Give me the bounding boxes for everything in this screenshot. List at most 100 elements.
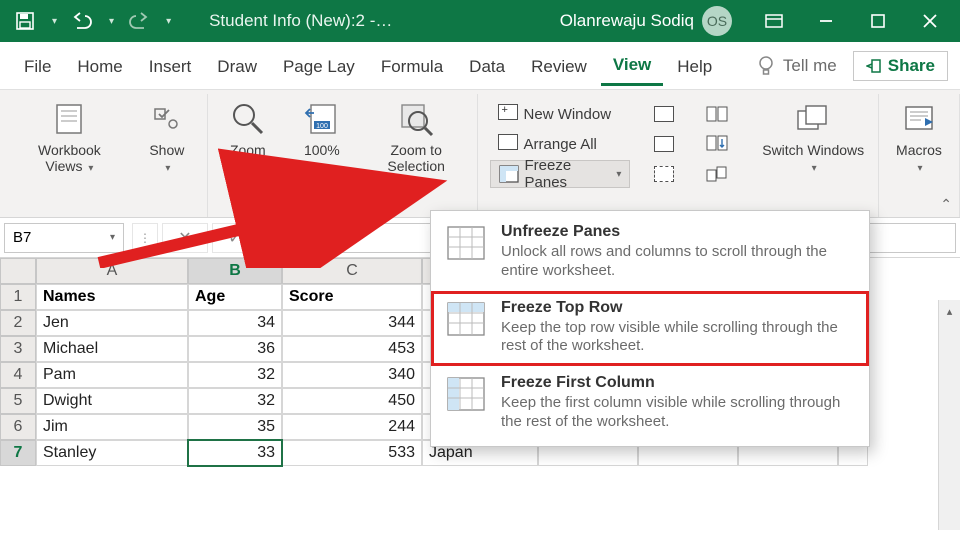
user-account[interactable]: Olanrewaju Sodiq OS xyxy=(560,6,732,36)
switch-windows-button[interactable]: Switch Windows ▾ xyxy=(756,98,870,177)
cell-a1[interactable]: Names xyxy=(36,284,188,310)
cancel-entry-button[interactable]: ✕ xyxy=(162,223,208,253)
cell-c4[interactable]: 340 xyxy=(282,362,422,388)
split-icon xyxy=(654,106,674,122)
freeze-panes-button[interactable]: Freeze Panes ▾ xyxy=(490,160,631,188)
new-window-label: New Window xyxy=(524,106,612,123)
sync-scroll-button[interactable] xyxy=(698,130,736,158)
cell-a7[interactable]: Stanley xyxy=(36,440,188,466)
row-header-6[interactable]: 6 xyxy=(0,414,36,440)
freeze-panes-menu: Unfreeze Panes Unlock all rows and colum… xyxy=(430,210,870,447)
share-button[interactable]: Share xyxy=(853,51,948,81)
cell-a2[interactable]: Jen xyxy=(36,310,188,336)
menu-freeze-top-row[interactable]: Freeze Top Row Keep the top row visible … xyxy=(431,291,869,367)
user-name: Olanrewaju Sodiq xyxy=(560,11,694,31)
row-header-2[interactable]: 2 xyxy=(0,310,36,336)
cell-b3[interactable]: 36 xyxy=(188,336,282,362)
menu-unfreeze-panes[interactable]: Unfreeze Panes Unlock all rows and colum… xyxy=(431,215,869,291)
zoom-100-button[interactable]: 100 100% xyxy=(290,98,354,176)
arrange-all-button[interactable]: Arrange All xyxy=(490,130,631,158)
tab-data[interactable]: Data xyxy=(457,47,517,85)
save-dropdown-icon[interactable]: ▾ xyxy=(52,16,57,27)
row-header-5[interactable]: 5 xyxy=(0,388,36,414)
split-button[interactable] xyxy=(646,100,682,128)
tab-review[interactable]: Review xyxy=(519,47,599,85)
cell-a3[interactable]: Michael xyxy=(36,336,188,362)
cell-c7[interactable]: 533 xyxy=(282,440,422,466)
minimize-icon[interactable] xyxy=(804,6,848,36)
zoom-selection-icon xyxy=(397,100,435,138)
side-by-side-button[interactable] xyxy=(698,100,736,128)
col-header-a[interactable]: A xyxy=(36,258,188,284)
cell-b5[interactable]: 32 xyxy=(188,388,282,414)
cell-a6[interactable]: Jim xyxy=(36,414,188,440)
tab-view[interactable]: View xyxy=(601,45,663,86)
zoom-100-label: 100% xyxy=(304,142,340,158)
tab-file[interactable]: File xyxy=(12,47,63,85)
cell-a5[interactable]: Dwight xyxy=(36,388,188,414)
show-button[interactable]: Show▾ xyxy=(135,98,199,177)
confirm-entry-button[interactable]: ✓ xyxy=(212,223,258,253)
zoom-button[interactable]: Zoom xyxy=(216,98,280,176)
qat-customize-icon[interactable]: ▾ xyxy=(166,16,171,27)
workbook-views-button[interactable]: Workbook Views ▾ xyxy=(14,98,125,177)
tab-pagelayout[interactable]: Page Lay xyxy=(271,47,367,85)
cell-c3[interactable]: 453 xyxy=(282,336,422,362)
freeze-panes-icon xyxy=(499,165,519,183)
undo-dropdown-icon[interactable]: ▾ xyxy=(109,16,114,27)
tabs-row: File Home Insert Draw Page Lay Formula D… xyxy=(0,42,960,90)
cell-c5[interactable]: 450 xyxy=(282,388,422,414)
new-window-button[interactable]: + New Window xyxy=(490,100,631,128)
row-header-7[interactable]: 7 xyxy=(0,440,36,466)
tab-formulas[interactable]: Formula xyxy=(369,47,455,85)
menu-freeze-first-column[interactable]: Freeze First Column Keep the first colum… xyxy=(431,366,869,442)
redo-icon[interactable] xyxy=(122,6,156,36)
row-header-1[interactable]: 1 xyxy=(0,284,36,310)
unhide-icon xyxy=(654,166,674,182)
lightbulb-icon xyxy=(757,55,775,77)
tab-draw[interactable]: Draw xyxy=(205,47,269,85)
col-header-c[interactable]: C xyxy=(282,258,422,284)
share-label: Share xyxy=(888,56,935,76)
show-label: Show xyxy=(149,142,184,158)
unhide-button[interactable] xyxy=(646,160,682,188)
maximize-icon[interactable] xyxy=(856,6,900,36)
tell-me[interactable]: Tell me xyxy=(757,55,837,77)
cell-c6[interactable]: 244 xyxy=(282,414,422,440)
ribbon-view: Workbook Views ▾ Show▾ Zoom 100 xyxy=(0,90,960,218)
tab-help[interactable]: Help xyxy=(665,47,724,85)
collapse-ribbon-icon[interactable]: ⌃ xyxy=(940,196,952,213)
tab-insert[interactable]: Insert xyxy=(137,47,204,85)
undo-icon[interactable] xyxy=(65,6,99,36)
select-all-corner[interactable] xyxy=(0,258,36,284)
cell-b2[interactable]: 34 xyxy=(188,310,282,336)
macros-button[interactable]: Macros▾ xyxy=(887,98,951,177)
group-zoom-label: Zoom xyxy=(326,197,358,215)
reset-position-button[interactable] xyxy=(698,160,736,188)
row-header-3[interactable]: 3 xyxy=(0,336,36,362)
zoom-icon xyxy=(229,100,267,138)
cell-c2[interactable]: 344 xyxy=(282,310,422,336)
cell-b6[interactable]: 35 xyxy=(188,414,282,440)
cell-c1[interactable]: Score xyxy=(282,284,422,310)
insert-function-button[interactable]: fx xyxy=(262,223,308,253)
row-header-4[interactable]: 4 xyxy=(0,362,36,388)
tab-home[interactable]: Home xyxy=(65,47,134,85)
chevron-down-icon[interactable]: ▾ xyxy=(110,232,115,243)
name-box[interactable]: B7 ▾ xyxy=(4,223,124,253)
hide-button[interactable] xyxy=(646,130,682,158)
scroll-up-icon[interactable]: ▴ xyxy=(939,300,960,322)
cell-b1[interactable]: Age xyxy=(188,284,282,310)
zoom-selection-button[interactable]: Zoom to Selection xyxy=(364,98,469,176)
save-icon[interactable] xyxy=(8,6,42,36)
cell-b7[interactable]: 33 xyxy=(188,440,282,466)
ribbon-display-icon[interactable] xyxy=(752,6,796,36)
col-header-b[interactable]: B xyxy=(188,258,282,284)
close-icon[interactable] xyxy=(908,6,952,36)
vertical-scrollbar[interactable]: ▴ xyxy=(938,300,960,530)
arrange-all-label: Arrange All xyxy=(524,136,597,153)
cell-a4[interactable]: Pam xyxy=(36,362,188,388)
cell-b4[interactable]: 32 xyxy=(188,362,282,388)
name-box-value: B7 xyxy=(13,229,31,246)
tell-me-label: Tell me xyxy=(783,56,837,76)
